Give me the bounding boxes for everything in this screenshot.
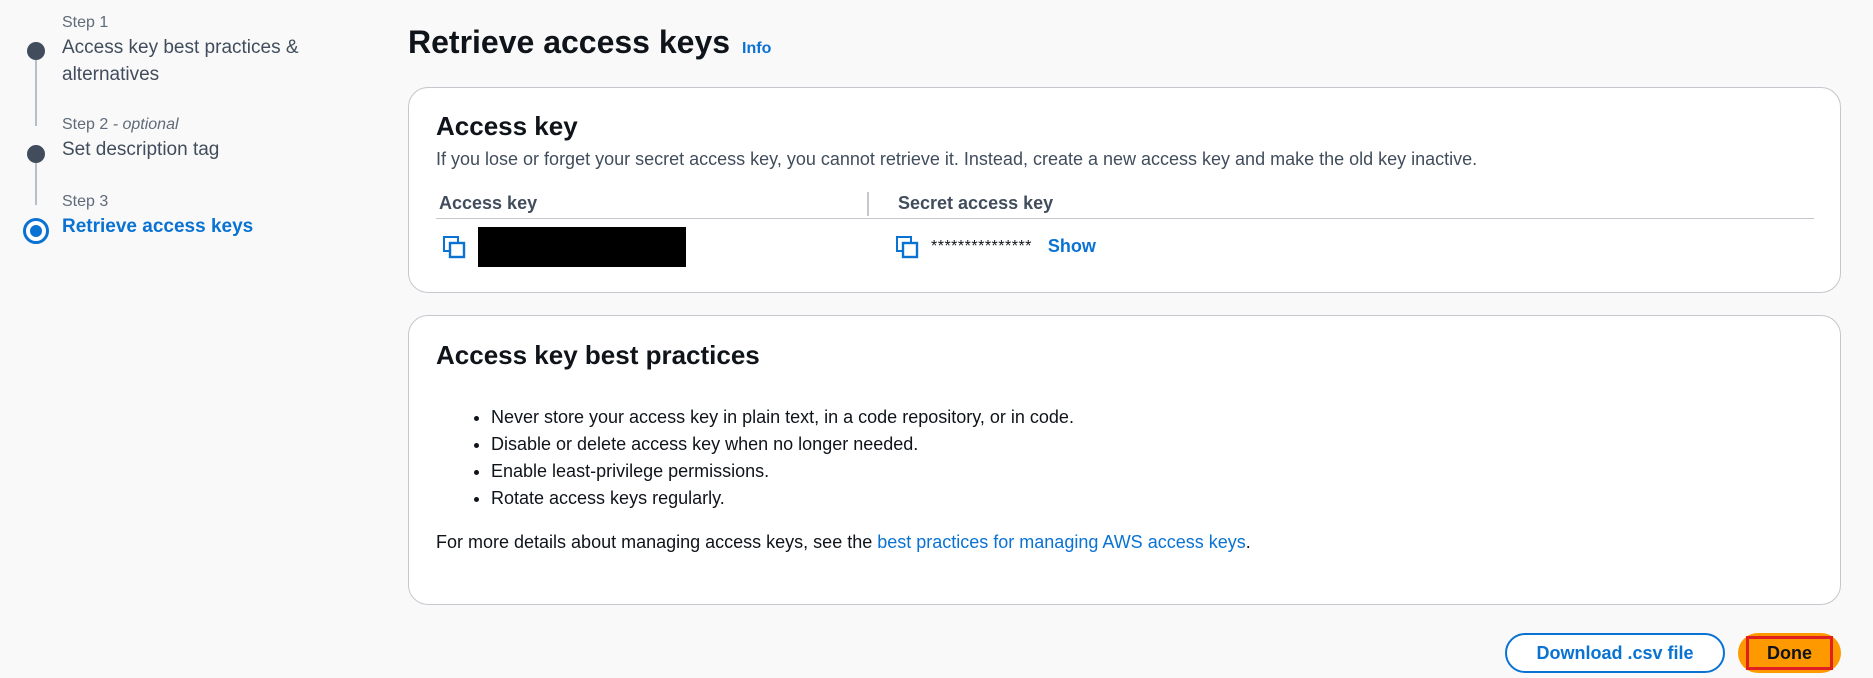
done-button[interactable]: Done bbox=[1738, 633, 1841, 673]
list-item: Rotate access keys regularly. bbox=[491, 485, 1074, 512]
wizard-step-3[interactable]: Step 3 Retrieve access keys bbox=[22, 191, 352, 251]
step-title: Retrieve access keys bbox=[62, 216, 254, 237]
wizard-step-1[interactable]: Step 1 Access key best practices & alter… bbox=[22, 12, 352, 126]
done-button-label[interactable]: Done bbox=[1746, 636, 1833, 670]
info-link[interactable]: Info bbox=[742, 40, 771, 58]
step-complete-dot-icon bbox=[27, 145, 45, 163]
best-practices-list: Never store your access key in plain tex… bbox=[491, 404, 1074, 512]
step-number: Step 1 bbox=[62, 14, 109, 31]
column-header-access-key: Access key bbox=[439, 193, 538, 213]
step-active-dot-icon bbox=[23, 218, 49, 244]
wizard-steps: Step 1 Access key best practices & alter… bbox=[22, 12, 352, 251]
best-practices-container: Access key best practices Never store yo… bbox=[408, 315, 1841, 605]
best-practices-footer: For more details about managing access k… bbox=[436, 532, 1251, 552]
table-row: *************** Show bbox=[436, 219, 1814, 274]
best-practices-heading: Access key best practices bbox=[436, 340, 760, 370]
step-complete-dot-icon bbox=[27, 42, 45, 60]
list-item: Enable least-privilege permissions. bbox=[491, 458, 1074, 485]
show-secret-link[interactable]: Show bbox=[1048, 236, 1096, 257]
column-header-secret-access-key: Secret access key bbox=[898, 193, 1054, 213]
wizard-step-2[interactable]: Step 2 - optional Set description tag bbox=[22, 114, 352, 205]
access-key-heading: Access key bbox=[436, 111, 578, 141]
list-item: Never store your access key in plain tex… bbox=[491, 404, 1074, 431]
redacted-access-key bbox=[478, 226, 686, 267]
access-key-table: Access key Secret access key ***********… bbox=[436, 188, 1814, 274]
step-number: Step 2 - optional bbox=[62, 116, 179, 133]
step-title[interactable]: Access key best practices & alternatives bbox=[62, 34, 352, 88]
access-key-cell bbox=[436, 226, 895, 267]
table-header: Access key Secret access key bbox=[436, 188, 1814, 219]
copy-access-key-icon[interactable] bbox=[442, 235, 466, 259]
secret-key-masked: *************** bbox=[931, 237, 1032, 255]
step-number: Step 3 bbox=[62, 193, 109, 210]
column-divider bbox=[867, 192, 869, 216]
secret-access-key-cell: *************** Show bbox=[895, 235, 1096, 259]
page-title: Retrieve access keys bbox=[408, 24, 731, 60]
list-item: Disable or delete access key when no lon… bbox=[491, 431, 1074, 458]
access-key-description: If you lose or forget your secret access… bbox=[436, 149, 1478, 169]
best-practices-link[interactable]: best practices for managing AWS access k… bbox=[877, 532, 1246, 552]
page-header: Retrieve access keys Info bbox=[408, 24, 771, 61]
access-key-container: Access key If you lose or forget your se… bbox=[408, 87, 1841, 293]
copy-secret-key-icon[interactable] bbox=[895, 235, 919, 259]
download-csv-button[interactable]: Download .csv file bbox=[1505, 633, 1725, 673]
step-title[interactable]: Set description tag bbox=[62, 136, 352, 163]
